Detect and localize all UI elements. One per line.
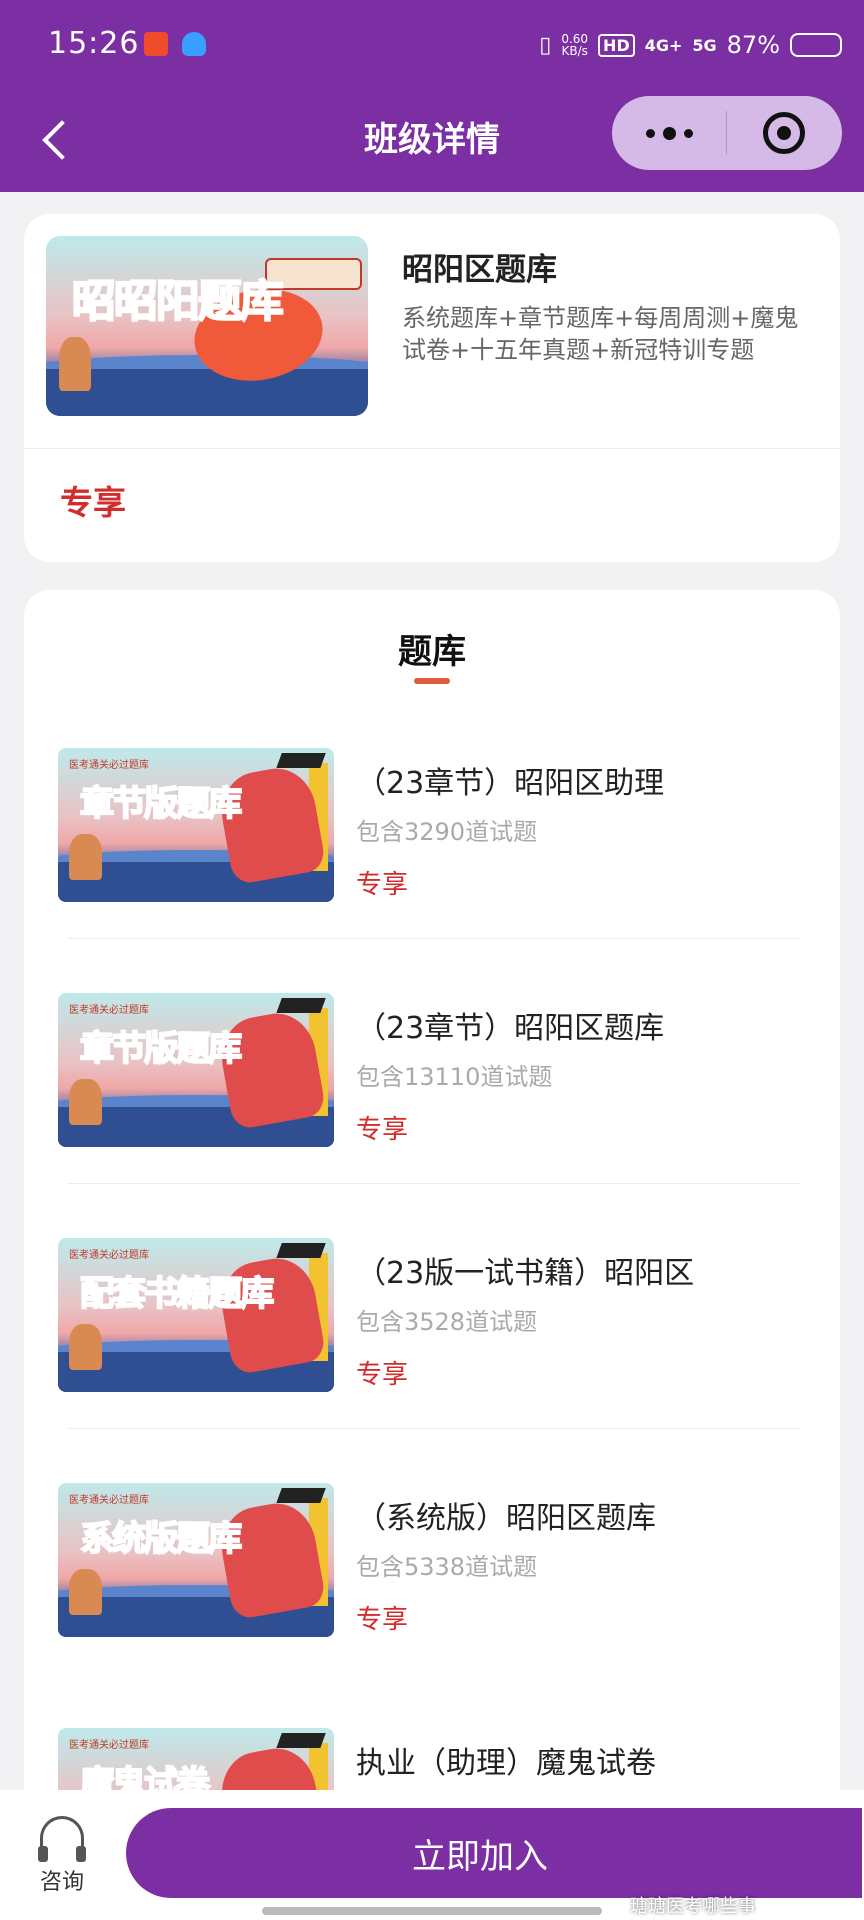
home-indicator[interactable] bbox=[262, 1907, 602, 1915]
signal-5g-icon: 5G bbox=[692, 35, 717, 55]
join-now-button[interactable]: 立即加入 bbox=[126, 1808, 862, 1898]
section-underline bbox=[414, 678, 450, 684]
miniprogram-capsule bbox=[612, 96, 842, 170]
item-exclusive-tag: 专享 bbox=[356, 1605, 409, 1635]
status-time: 15:26 bbox=[48, 26, 140, 61]
net-speed-unit: KB/s bbox=[561, 44, 588, 58]
battery-percent: 87% bbox=[726, 31, 780, 59]
app-notification-icon bbox=[144, 32, 168, 56]
cover-title-text: 配套书籍题库 bbox=[79, 1273, 275, 1315]
cover-title-text: 系统版题库 bbox=[79, 1518, 243, 1560]
item-exclusive-tag: 专享 bbox=[356, 1115, 409, 1145]
signal-4g-icon: 4G+ bbox=[644, 35, 683, 55]
status-bar: 15:26 ▯ 0.60 KB/s HD 4G+ 5G 87% bbox=[0, 0, 864, 92]
item-divider bbox=[68, 938, 800, 939]
item-title: （系统版）昭阳区题库 bbox=[356, 1501, 656, 1536]
item-cover-image: 医考通关必过题库 系统版题库 bbox=[58, 1483, 334, 1637]
status-right: ▯ 0.60 KB/s HD 4G+ 5G 87% bbox=[539, 28, 842, 62]
section-title: 题库 bbox=[398, 632, 466, 672]
item-question-count: 包含3528道试题 bbox=[356, 1308, 538, 1336]
nav-header: 班级详情 bbox=[0, 92, 864, 192]
battery-icon bbox=[790, 33, 842, 57]
consult-button[interactable]: 咨询 bbox=[30, 1816, 94, 1896]
cover-title-text: 章节版题库 bbox=[79, 1028, 243, 1070]
course-cover-image: 昭昭阳题库 bbox=[46, 236, 368, 416]
course-card: 昭昭阳题库 昭阳区题库 系统题库+章节题库+每周周测+魔鬼试卷+十五年真题+新冠… bbox=[24, 214, 840, 562]
item-exclusive-tag: 专享 bbox=[356, 1360, 409, 1390]
item-question-count: 包含13110道试题 bbox=[356, 1063, 553, 1091]
net-speed: 0.60 KB/s bbox=[561, 33, 588, 57]
more-dots-icon[interactable] bbox=[612, 96, 726, 170]
list-item[interactable]: 医考通关必过题库 配套书籍题库 （23版一试书籍）昭阳区 包含3528道试题 专… bbox=[58, 1238, 824, 1438]
item-question-count: 包含3290道试题 bbox=[356, 818, 538, 846]
item-title: （23版一试书籍）昭阳区 bbox=[356, 1256, 695, 1291]
item-cover-image: 医考通关必过题库 配套书籍题库 bbox=[58, 1238, 334, 1392]
hd-icon: HD bbox=[598, 33, 635, 57]
cover-corner-text: 医考通关必过题库 bbox=[69, 1249, 150, 1261]
cover-corner-text: 医考通关必过题库 bbox=[69, 759, 150, 771]
top-bar: 15:26 ▯ 0.60 KB/s HD 4G+ 5G 87% 班级详情 bbox=[0, 0, 864, 192]
item-exclusive-tag: 专享 bbox=[356, 870, 409, 900]
item-title: 执业（助理）魔鬼试卷 bbox=[356, 1746, 656, 1781]
cover-corner-text: 医考通关必过题库 bbox=[69, 1004, 150, 1016]
course-title: 昭阳区题库 bbox=[402, 252, 557, 288]
item-cover-image: 医考通关必过题库 章节版题库 bbox=[58, 748, 334, 902]
vibrate-icon: ▯ bbox=[539, 32, 552, 58]
consult-label: 咨询 bbox=[39, 1870, 84, 1895]
cover-corner-text: 医考通关必过题库 bbox=[69, 1739, 150, 1751]
qq-notification-icon bbox=[182, 32, 206, 56]
item-title: （23章节）昭阳区助理 bbox=[356, 766, 665, 801]
list-item[interactable]: 医考通关必过题库 章节版题库 （23章节）昭阳区题库 包含13110道试题 专享 bbox=[58, 993, 824, 1193]
item-cover-image: 医考通关必过题库 章节版题库 bbox=[58, 993, 334, 1147]
list-item[interactable]: 医考通关必过题库 系统版题库 （系统版）昭阳区题库 包含5338道试题 专享 bbox=[58, 1483, 824, 1683]
exclusive-badge: 专享 bbox=[60, 483, 126, 522]
question-bank-card: 题库 医考通关必过题库 章节版题库 （23章节）昭阳区助理 包含3290道试题 … bbox=[24, 590, 840, 1850]
watermark-text: 瑭瑭医考哪些事 bbox=[630, 1896, 756, 1917]
list-item[interactable]: 医考通关必过题库 章节版题库 （23章节）昭阳区助理 包含3290道试题 专享 bbox=[58, 748, 824, 948]
course-cover-text: 昭昭阳题库 bbox=[71, 275, 285, 328]
headset-icon bbox=[38, 1816, 86, 1862]
item-divider bbox=[68, 1428, 800, 1429]
item-divider bbox=[68, 1183, 800, 1184]
cover-corner-text: 医考通关必过题库 bbox=[69, 1494, 150, 1506]
close-target-icon[interactable] bbox=[727, 96, 841, 170]
course-description: 系统题库+章节题库+每周周测+魔鬼试卷+十五年真题+新冠特训专题 bbox=[402, 304, 799, 364]
divider bbox=[24, 448, 840, 449]
item-question-count: 包含5338道试题 bbox=[356, 1553, 538, 1581]
item-title: （23章节）昭阳区题库 bbox=[356, 1011, 665, 1046]
cover-title-text: 章节版题库 bbox=[79, 783, 243, 825]
